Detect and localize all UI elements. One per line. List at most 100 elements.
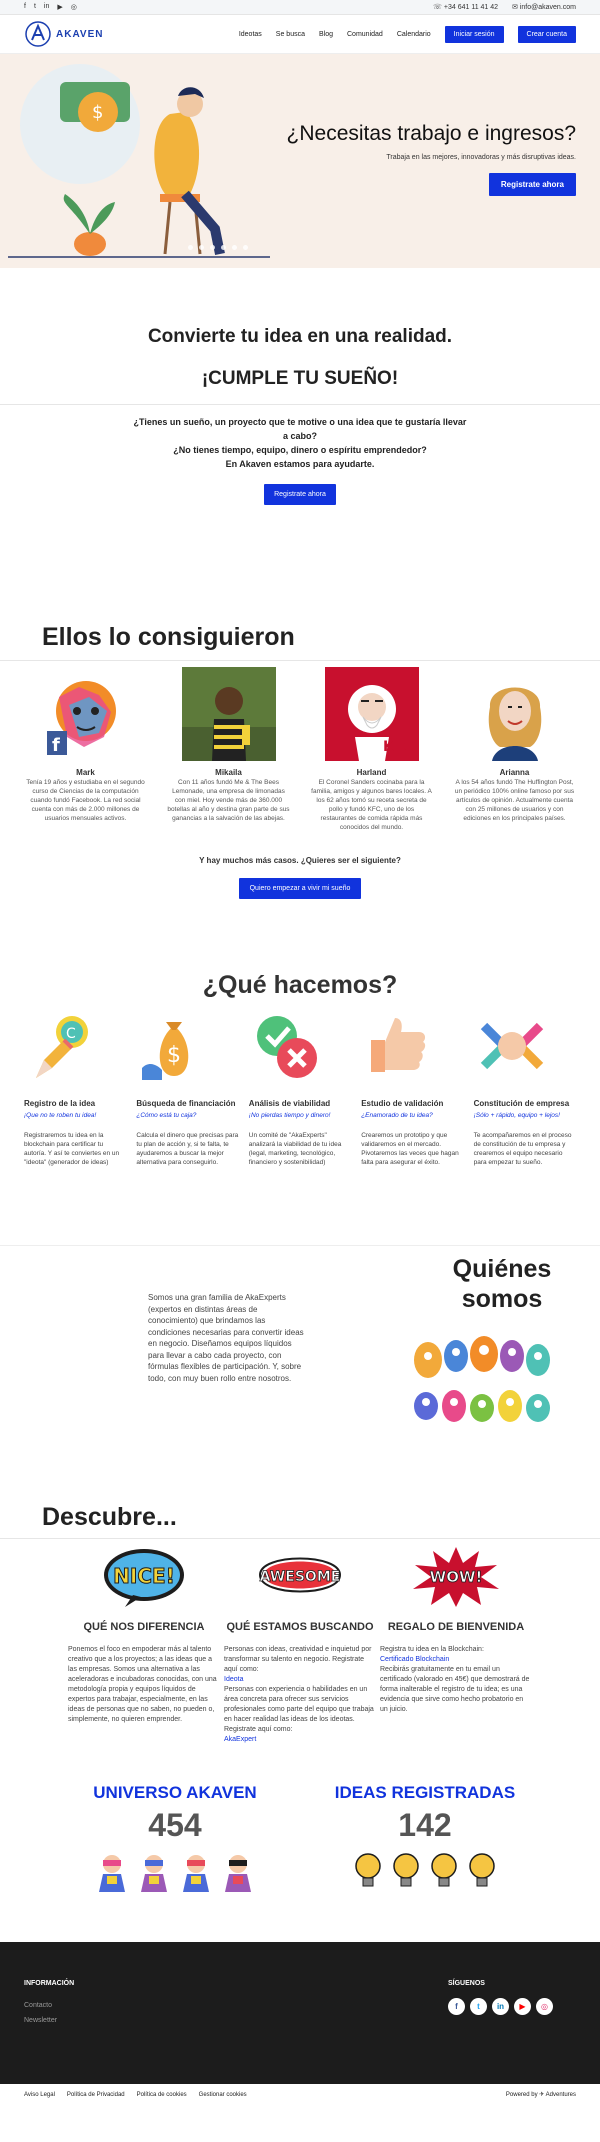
column-body-part: Recibirás gratuitamente en tu email un c…: [380, 1666, 530, 1713]
email-text[interactable]: ✉ info@akaven.com: [512, 3, 576, 11]
service-text: Calcula el dinero que precisas para tu p…: [136, 1132, 239, 1166]
what-title: ¿Qué hacemos?: [202, 971, 398, 999]
legal-link-cookies[interactable]: Política de cookies: [137, 2092, 187, 2098]
services-grid: C Registro de la idea ¡Que no te roben t…: [0, 1000, 600, 1167]
slider-dot[interactable]: [221, 245, 226, 250]
footer-link-newsletter[interactable]: Newsletter: [24, 2013, 57, 2028]
service-tag: ¿Cómo está tu caja?: [136, 1112, 197, 1119]
nav-item-ideotas[interactable]: Ideotas: [239, 31, 262, 38]
more-cases-text: Y hay muchos más casos. ¿Quieres ser el …: [199, 856, 401, 865]
column-body: Personas con ideas, creatividad e inquie…: [224, 1645, 376, 1745]
slider-dot[interactable]: [210, 245, 215, 250]
linkedin-icon[interactable]: in: [44, 3, 49, 11]
svg-text:KFC: KFC: [383, 739, 414, 755]
slider-dot[interactable]: [188, 245, 193, 250]
akaexpert-link[interactable]: AkaExpert: [224, 1736, 256, 1743]
hero-banner: $ ¿Necesitas trabajo e ingresos? Trabaja…: [0, 54, 600, 268]
who-title: Quiénes somos: [452, 1255, 552, 1313]
ideota-link[interactable]: Ideota: [224, 1676, 243, 1683]
divider: [0, 404, 600, 405]
ideas-stat: IDEAS REGISTRADAS 142: [300, 1783, 550, 1892]
email-address: info@akaven.com: [519, 4, 576, 11]
instagram-icon[interactable]: ◎: [536, 1998, 553, 2015]
site-header: AKAVEN Ideotas Se busca Blog Comunidad C…: [0, 15, 600, 54]
blockchain-certificate-link[interactable]: Certificado Blockchain: [380, 1656, 449, 1663]
awesome-badge-text: AWESOME: [260, 1569, 341, 1585]
intro-question-1: ¿Tienes un sueño, un proyecto que te mot…: [133, 417, 467, 441]
intro-title: Convierte tu idea en una realidad.: [147, 326, 453, 347]
discover-column: NICE! QUÉ NOS DIFERENCIA Ponemos el foco…: [68, 1545, 220, 1745]
intro-title-dream: ¡CUMPLE TU SUEÑO!: [201, 368, 399, 389]
success-title: Ellos lo consiguieron: [42, 623, 295, 651]
person-desc: Tenía 19 años y estudiaba en el segundo …: [26, 779, 145, 822]
svg-text:$: $: [92, 102, 103, 123]
instagram-icon[interactable]: ◎: [71, 3, 77, 11]
service-card: Análisis de viabilidad ¡No pierdas tiemp…: [249, 1008, 351, 1167]
nav-item-comunidad[interactable]: Comunidad: [347, 31, 383, 38]
nav-item-se-busca[interactable]: Se busca: [276, 31, 305, 38]
universe-stat: UNIVERSO AKAVEN 454: [50, 1783, 300, 1892]
twitter-icon[interactable]: t: [470, 1998, 487, 2015]
lightbulb-icon: [431, 1853, 457, 1887]
service-title: Constitución de empresa: [473, 1099, 570, 1108]
powered-by[interactable]: Powered by ✈ Adventures: [506, 2091, 576, 2098]
superhero-icon: [141, 1855, 167, 1892]
login-button[interactable]: Iniciar sesión: [444, 25, 504, 43]
wow-badge-text: WOW!: [430, 1568, 483, 1586]
linkedin-icon[interactable]: in: [492, 1998, 509, 2015]
service-text: Registraremos tu idea en la blockchain p…: [24, 1132, 120, 1166]
service-tag: ¡Que no te roben tu idea!: [24, 1112, 97, 1119]
hero-register-button[interactable]: Registrate ahora: [488, 173, 576, 196]
thumbs-up-icon: [371, 1018, 426, 1072]
footer-link-contact[interactable]: Contacto: [24, 1998, 57, 2013]
footer-social: f t in ▶ ◎: [448, 1998, 553, 2015]
service-tag: ¿Enamorado de tu idea?: [361, 1112, 433, 1119]
superhero-icon: [225, 1855, 251, 1892]
logo[interactable]: AKAVEN: [24, 20, 103, 48]
slider-dot[interactable]: [199, 245, 204, 250]
intro-register-button[interactable]: Registrate ahora: [264, 484, 336, 505]
column-title: REGALO DE BIENVENIDA: [387, 1621, 525, 1633]
powered-by-logo-icon: ✈: [539, 2092, 545, 2098]
nice-badge-text: NICE!: [113, 1564, 175, 1588]
footer-links: Contacto Newsletter: [24, 1998, 57, 2028]
signup-button[interactable]: Crear cuenta: [517, 25, 576, 43]
person-name: Mark: [76, 768, 95, 777]
legal-links: Aviso Legal Política de Privacidad Polít…: [24, 2092, 247, 2098]
slider-dot[interactable]: [243, 245, 248, 250]
youtube-icon[interactable]: ▶: [514, 1998, 531, 2015]
nav-item-calendario[interactable]: Calendario: [397, 31, 431, 38]
kfc-logo-image: KFC: [324, 667, 419, 761]
main-nav: Ideotas Se busca Blog Comunidad Calendar…: [239, 25, 576, 43]
facebook-icon[interactable]: f: [448, 1998, 465, 2015]
what-section: ¿Qué hacemos? C Registro de la idea ¡Que…: [0, 899, 600, 1167]
service-tag: ¡No pierdas tiempo y dinero!: [248, 1112, 331, 1119]
person-name: Arianna: [499, 768, 530, 777]
powered-by-brand: Adventures: [545, 2092, 576, 2098]
phone-text[interactable]: ☏ +34 641 11 41 42: [433, 3, 498, 11]
service-text: Te acompañaremos en el proceso de consti…: [473, 1132, 572, 1166]
footer-info-title: INFORMACIÓN: [24, 1980, 75, 1987]
facebook-icon[interactable]: f: [24, 3, 26, 11]
monsters-illustration: [414, 1336, 550, 1422]
powered-by-text: Powered by: [505, 2092, 538, 2098]
awesome-badge-icon: AWESOME: [258, 1557, 342, 1593]
discover-column: WOW! REGALO DE BIENVENIDA Registra tu id…: [380, 1545, 532, 1745]
youtube-icon[interactable]: ▶: [57, 3, 62, 11]
nav-item-blog[interactable]: Blog: [319, 31, 333, 38]
legal-link-gestionar-cookies[interactable]: Gestionar cookies: [199, 2092, 247, 2098]
start-dream-button[interactable]: Quiero empezar a vivir mi sueño: [238, 878, 362, 899]
legal-link-privacidad[interactable]: Política de Privacidad: [67, 2092, 125, 2098]
people-grid: f Mark Tenía 19 años y estudiaba en el s…: [0, 661, 600, 832]
success-section: Ellos lo consiguieron f Mark Tenía 19 añ…: [0, 505, 600, 899]
lightbulb-icon: [469, 1853, 495, 1887]
legal-link-aviso[interactable]: Aviso Legal: [24, 2092, 55, 2098]
discover-title: Descubre...: [42, 1503, 177, 1531]
service-title: Análisis de viabilidad: [248, 1099, 331, 1108]
who-blurb: Somos una gran familia de AkaExperts (ex…: [148, 1293, 304, 1383]
service-card: $ Búsqueda de financiación ¿Cómo está tu…: [136, 1008, 238, 1167]
person-desc: Con 11 años fundó Me & The Bees Lemonade…: [167, 779, 290, 822]
discover-section: Descubre... NICE! QUÉ NOS DIFERENCIA Pon…: [0, 1463, 600, 1745]
slider-dot[interactable]: [232, 245, 237, 250]
twitter-icon[interactable]: t: [34, 3, 36, 11]
